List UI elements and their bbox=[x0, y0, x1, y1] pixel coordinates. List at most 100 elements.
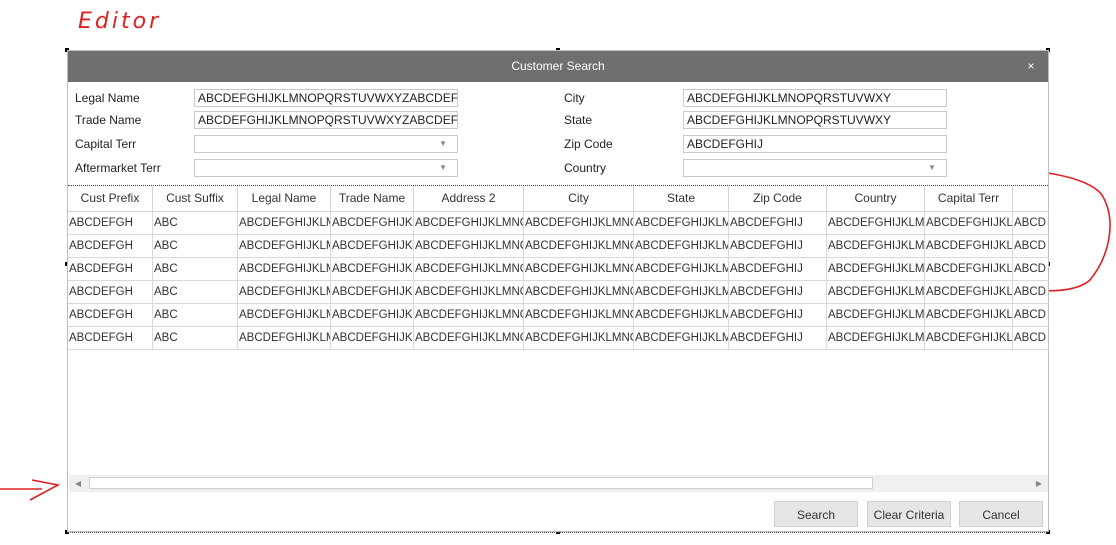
table-cell: ABCDEFGHIJKLMNO bbox=[414, 327, 524, 349]
table-cell: ABCDEFGHIJ bbox=[729, 281, 827, 303]
table-cell: ABCDEFGHIJKLMNO bbox=[414, 258, 524, 280]
table-cell: ABCDEFGHIJKLM bbox=[634, 327, 729, 349]
table-cell: ABC bbox=[153, 281, 238, 303]
table-cell: ABCDEFGHIJKLN bbox=[925, 212, 1013, 234]
grid-header: Cust Prefix Cust Suffix Legal Name Trade Na… bbox=[68, 186, 1049, 212]
table-cell: ABCDEFGH bbox=[68, 212, 153, 234]
table-cell: ABCDEFGHIJKLMNO bbox=[524, 304, 634, 326]
table-cell: ABCDEFGH bbox=[68, 304, 153, 326]
table-cell: ABCDEFGHIJKLM bbox=[634, 258, 729, 280]
country-label: Country bbox=[564, 161, 607, 175]
table-cell: ABC bbox=[153, 327, 238, 349]
table-cell: ABCDEFGHIJKLM bbox=[238, 235, 331, 257]
table-cell: ABCDEFGHIJKLMN bbox=[827, 235, 925, 257]
dialog-title: Customer Search bbox=[511, 59, 605, 73]
table-cell: ABCDEFGHIJKLN bbox=[925, 281, 1013, 303]
table-cell: ABCDEFGHIJKLMNO bbox=[524, 235, 634, 257]
city-label: City bbox=[564, 91, 585, 105]
table-cell: ABCDEFGHIJKLMNO bbox=[414, 281, 524, 303]
capital-terr-select[interactable]: ▼ bbox=[194, 135, 458, 153]
table-cell: ABCDEFGHIJKLI bbox=[331, 235, 414, 257]
table-cell: ABCDEFGHIJKLMN bbox=[827, 258, 925, 280]
table-cell: ABCDEFGHIJKLN bbox=[925, 304, 1013, 326]
table-row[interactable]: ABCDEFGH ABC ABCDEFGHIJKLM ABCDEFGHIJKLI ABC… bbox=[68, 304, 1049, 327]
table-cell: ABCDEFGHIJKLM bbox=[634, 304, 729, 326]
table-cell: ABCDEFGH bbox=[68, 258, 153, 280]
table-cell: ABCD bbox=[1013, 281, 1049, 303]
table-cell: ABCDEFGH bbox=[68, 281, 153, 303]
trade-name-input[interactable]: ABCDEFGHIJKLMNOPQRSTUVWXYZABCDEFGHI bbox=[194, 111, 458, 129]
grid-column-header[interactable]: State bbox=[634, 186, 729, 211]
dropdown-arrow-icon: ▼ bbox=[928, 163, 936, 172]
grid-column-header[interactable] bbox=[1013, 186, 1049, 211]
scroll-left-icon[interactable]: ◀ bbox=[71, 475, 85, 492]
table-cell: ABCD bbox=[1013, 258, 1049, 280]
arrow-annotation bbox=[0, 479, 61, 501]
table-cell: ABCDEFGHIJKLMN bbox=[827, 327, 925, 349]
table-cell: ABCDEFGHIJKLMNO bbox=[524, 258, 634, 280]
table-cell: ABC bbox=[153, 304, 238, 326]
table-cell: ABCD bbox=[1013, 235, 1049, 257]
zip-code-input[interactable]: ABCDEFGHIJ bbox=[683, 135, 947, 153]
scroll-right-icon[interactable]: ▶ bbox=[1032, 475, 1046, 492]
table-cell: ABCDEFGHIJKLM bbox=[238, 304, 331, 326]
table-cell: ABCDEFGHIJ bbox=[729, 304, 827, 326]
table-cell: ABCDEFGHIJKLMNO bbox=[414, 304, 524, 326]
table-cell: ABCD bbox=[1013, 212, 1049, 234]
aftermarket-terr-select[interactable]: ▼ bbox=[194, 159, 458, 177]
table-cell: ABC bbox=[153, 258, 238, 280]
legal-name-input[interactable]: ABCDEFGHIJKLMNOPQRSTUVWXYZABCDEFGHI bbox=[194, 89, 458, 107]
table-row[interactable]: ABCDEFGH ABC ABCDEFGHIJKLM ABCDEFGHIJKLI ABC… bbox=[68, 258, 1049, 281]
table-cell: ABCDEFGHIJKLM bbox=[238, 258, 331, 280]
country-select[interactable]: ▼ bbox=[683, 159, 947, 177]
table-cell: ABCDEFGHIJKLM bbox=[634, 281, 729, 303]
close-icon[interactable]: × bbox=[1023, 51, 1039, 82]
table-cell: ABCDEFGHIJKLMN bbox=[827, 212, 925, 234]
table-cell: ABCDEFGHIJKLM bbox=[238, 327, 331, 349]
grid-column-header[interactable]: Cust Suffix bbox=[153, 186, 238, 211]
table-cell: ABCDEFGHIJKLM bbox=[238, 212, 331, 234]
horizontal-scrollbar[interactable]: ◀ ▶ bbox=[69, 475, 1048, 492]
grid-column-header[interactable]: Capital Terr bbox=[925, 186, 1013, 211]
grid-column-header[interactable]: Address 2 bbox=[414, 186, 524, 211]
clear-criteria-button[interactable]: Clear Criteria bbox=[867, 501, 951, 527]
city-input[interactable]: ABCDEFGHIJKLMNOPQRSTUVWXY bbox=[683, 89, 947, 107]
aftermarket-terr-label: Aftermarket Terr bbox=[75, 161, 161, 175]
table-cell: ABCD bbox=[1013, 327, 1049, 349]
legal-name-label: Legal Name bbox=[75, 91, 140, 105]
grid-column-header[interactable]: City bbox=[524, 186, 634, 211]
results-grid: Cust Prefix Cust Suffix Legal Name Trade Na… bbox=[68, 186, 1049, 392]
table-cell: ABCDEFGHIJKLM bbox=[634, 235, 729, 257]
table-cell: ABCDEFGHIJKLN bbox=[925, 235, 1013, 257]
table-cell: ABCDEFGH bbox=[68, 235, 153, 257]
table-cell: ABCDEFGHIJKLM bbox=[238, 281, 331, 303]
table-cell: ABCDEFGHIJKLI bbox=[331, 212, 414, 234]
selection-border bbox=[67, 532, 1047, 533]
trade-name-label: Trade Name bbox=[75, 113, 142, 127]
search-button[interactable]: Search bbox=[774, 501, 858, 527]
grid-column-header[interactable]: Country bbox=[827, 186, 925, 211]
table-cell: ABCDEFGHIJKLMNO bbox=[524, 327, 634, 349]
scrollbar-thumb[interactable] bbox=[89, 477, 873, 489]
table-cell: ABCDEFGHIJKLI bbox=[331, 327, 414, 349]
grid-column-header[interactable]: Trade Name bbox=[331, 186, 414, 211]
table-cell: ABCDEFGHIJKLM bbox=[634, 212, 729, 234]
table-row[interactable]: ABCDEFGH ABC ABCDEFGHIJKLM ABCDEFGHIJKLI ABC… bbox=[68, 327, 1049, 350]
table-row[interactable]: ABCDEFGH ABC ABCDEFGHIJKLM ABCDEFGHIJKLI ABC… bbox=[68, 281, 1049, 304]
grid-column-header[interactable]: Legal Name bbox=[238, 186, 331, 211]
table-cell: ABCDEFGHIJ bbox=[729, 235, 827, 257]
table-cell: ABCDEFGHIJKLMNO bbox=[414, 235, 524, 257]
table-cell: ABCDEFGHIJKLMN bbox=[827, 281, 925, 303]
table-cell: ABC bbox=[153, 235, 238, 257]
state-input[interactable]: ABCDEFGHIJKLMNOPQRSTUVWXY bbox=[683, 111, 947, 129]
table-row[interactable]: ABCDEFGH ABC ABCDEFGHIJKLM ABCDEFGHIJKLI ABC… bbox=[68, 235, 1049, 258]
table-row[interactable]: ABCDEFGH ABC ABCDEFGHIJKLM ABCDEFGHIJKLI ABC… bbox=[68, 212, 1049, 235]
table-cell: ABCDEFGHIJKLMNO bbox=[524, 212, 634, 234]
grid-column-header[interactable]: Cust Prefix bbox=[68, 186, 153, 211]
table-cell: ABCDEFGHIJKLN bbox=[925, 327, 1013, 349]
dropdown-arrow-icon: ▼ bbox=[439, 163, 447, 172]
table-cell: ABCDEFGHIJKLN bbox=[925, 258, 1013, 280]
cancel-button[interactable]: Cancel bbox=[959, 501, 1043, 527]
capital-terr-label: Capital Terr bbox=[75, 137, 137, 151]
grid-column-header[interactable]: Zip Code bbox=[729, 186, 827, 211]
